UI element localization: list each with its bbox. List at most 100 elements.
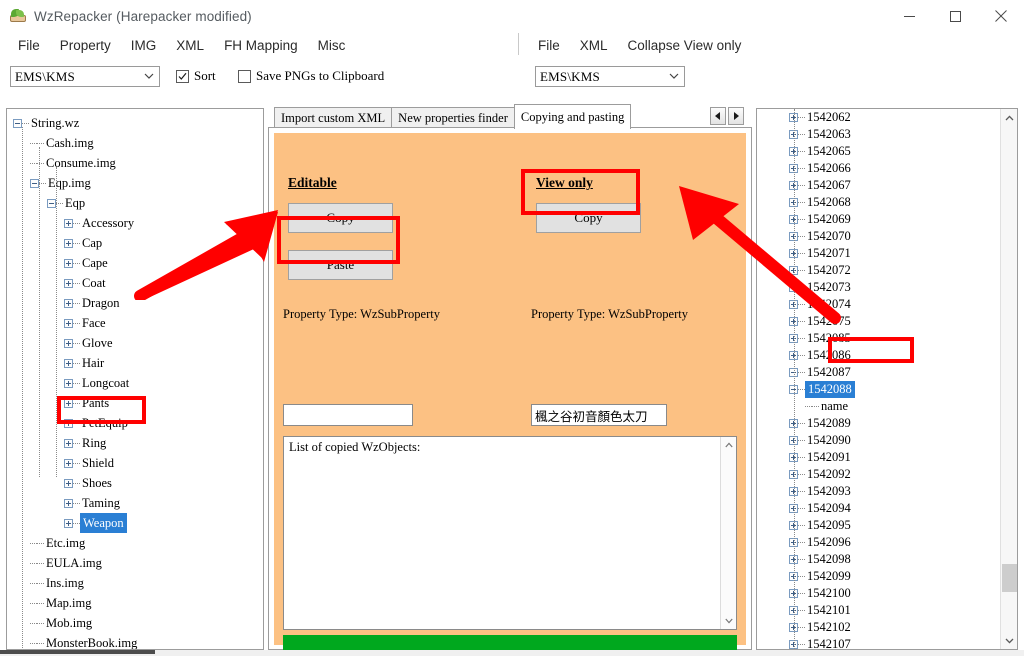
tree-item-label: Shield: [82, 456, 114, 470]
scrollbar-thumb[interactable]: [0, 650, 155, 654]
tree-item-glove[interactable]: Glove: [7, 333, 263, 353]
window-horizontal-scrollbar[interactable]: [0, 650, 1024, 656]
tree-item-label: Cap: [82, 236, 103, 250]
sort-checkbox[interactable]: Sort: [176, 68, 216, 84]
save-pngs-checkbox[interactable]: Save PNGs to Clipboard: [238, 68, 384, 84]
scroll-down-icon[interactable]: [721, 613, 737, 629]
tree-item-eqp[interactable]: Eqp: [7, 193, 263, 213]
copied-objects-list-scrollbar[interactable]: [720, 437, 736, 629]
tree-item-monsterbook-img[interactable]: MonsterBook.img: [7, 633, 263, 649]
expand-plus-icon[interactable]: [64, 498, 73, 508]
viewonly-value-input[interactable]: 楓之谷初音顏色太刀: [531, 404, 667, 426]
scroll-up-icon[interactable]: [721, 437, 737, 453]
expand-plus-icon[interactable]: [64, 258, 73, 268]
tree-connector: [798, 389, 805, 390]
menu-item-xml[interactable]: XML: [166, 32, 214, 60]
menu-item-collapse-view[interactable]: Collapse View only: [618, 32, 752, 60]
tab-scroll-right-button[interactable]: [728, 107, 744, 125]
expand-plus-icon[interactable]: [64, 398, 73, 408]
close-button[interactable]: [978, 0, 1024, 32]
tree-item-face[interactable]: Face: [7, 313, 263, 333]
tree-item-label: 1542091: [807, 450, 851, 464]
view-only-tree-scrollbar[interactable]: [1000, 109, 1017, 649]
tree-item-longcoat[interactable]: Longcoat: [7, 373, 263, 393]
menu-item-img[interactable]: IMG: [121, 32, 167, 60]
tree-item-cap[interactable]: Cap: [7, 233, 263, 253]
tree-item-consume-img[interactable]: Consume.img: [7, 153, 263, 173]
tree-item-taming[interactable]: Taming: [7, 493, 263, 513]
menu-item-property[interactable]: Property: [50, 32, 121, 60]
tree-item-ring[interactable]: Ring: [7, 433, 263, 453]
editable-value-input[interactable]: [283, 404, 413, 426]
menu-item-file[interactable]: File: [8, 32, 50, 60]
expand-plus-icon[interactable]: [64, 378, 73, 388]
menu-item-fh-mapping[interactable]: FH Mapping: [214, 32, 308, 60]
tree-leaf-connector: [30, 602, 37, 604]
tree-item-shoes[interactable]: Shoes: [7, 473, 263, 493]
tab-copying-and-pasting[interactable]: Copying and pasting: [513, 104, 632, 129]
expand-plus-icon[interactable]: [64, 298, 73, 308]
editable-copy-button[interactable]: Copy: [288, 203, 393, 233]
tree-item-petequip[interactable]: PetEquip: [7, 413, 263, 433]
tree-item-label: 1542093: [807, 484, 851, 498]
scroll-down-icon[interactable]: [1001, 632, 1017, 649]
collapse-minus-icon[interactable]: [30, 178, 39, 188]
tree-item-label: 1542098: [807, 552, 851, 566]
menu-item-misc[interactable]: Misc: [308, 32, 356, 60]
tree-item-eula-img[interactable]: EULA.img: [7, 553, 263, 573]
menu-item-view-file[interactable]: File: [528, 32, 570, 60]
maximize-button[interactable]: [932, 0, 978, 32]
expand-plus-icon[interactable]: [64, 518, 73, 528]
chevron-down-icon: [667, 70, 681, 84]
tab-new-properties-finder[interactable]: New properties finder: [391, 107, 515, 128]
tree-item-eqp-img[interactable]: Eqp.img: [7, 173, 263, 193]
view-only-id-tree[interactable]: 1542062 1542063 1542065 1542066 1542067 15420…: [756, 108, 1018, 650]
expand-plus-icon[interactable]: [64, 418, 73, 428]
expand-plus-icon[interactable]: [64, 478, 73, 488]
viewonly-copy-button[interactable]: Copy: [536, 203, 641, 233]
expand-plus-icon[interactable]: [64, 218, 73, 228]
expand-plus-icon[interactable]: [64, 458, 73, 468]
tree-connector: [798, 525, 805, 526]
expand-plus-icon[interactable]: [64, 358, 73, 368]
expand-plus-icon[interactable]: [64, 238, 73, 248]
tree-item-string-wz[interactable]: String.wz: [7, 113, 263, 133]
tree-item-shield[interactable]: Shield: [7, 453, 263, 473]
tree-item-label: Pants: [82, 396, 110, 410]
tree-item-dragon[interactable]: Dragon: [7, 293, 263, 313]
menu-item-view-xml[interactable]: XML: [570, 32, 618, 60]
expand-plus-icon[interactable]: [64, 278, 73, 288]
tree-item-accessory[interactable]: Accessory: [7, 213, 263, 233]
tree-item-coat[interactable]: Coat: [7, 273, 263, 293]
sort-checkbox-label: Sort: [194, 68, 216, 83]
tree-item-label: Ring: [82, 436, 107, 450]
tree-item-ins-img[interactable]: Ins.img: [7, 573, 263, 593]
scroll-up-icon[interactable]: [1001, 109, 1017, 126]
tree-item-cash-img[interactable]: Cash.img: [7, 133, 263, 153]
tree-item-etc-img[interactable]: Etc.img: [7, 533, 263, 553]
version-select-left[interactable]: EMS\KMS: [10, 66, 160, 87]
tree-item-label: Consume.img: [46, 156, 116, 170]
collapse-minus-icon[interactable]: [47, 198, 56, 208]
expand-plus-icon[interactable]: [64, 318, 73, 328]
tree-item-mob-img[interactable]: Mob.img: [7, 613, 263, 633]
editable-paste-button[interactable]: Paste: [288, 250, 393, 280]
tree-item-hair[interactable]: Hair: [7, 353, 263, 373]
tree-connector: [73, 242, 80, 244]
collapse-minus-icon[interactable]: [13, 118, 22, 128]
expand-plus-icon[interactable]: [64, 438, 73, 448]
tree-item-cape[interactable]: Cape: [7, 253, 263, 273]
tree-item-pants[interactable]: Pants: [7, 393, 263, 413]
wz-file-tree[interactable]: String.wz Cash.img Consume.img Eqp.img Eqp Ac…: [6, 108, 264, 650]
minimize-button[interactable]: [886, 0, 932, 32]
version-select-right[interactable]: EMS\KMS: [535, 66, 685, 87]
copied-objects-list[interactable]: List of copied WzObjects:: [283, 436, 737, 630]
tab-import-custom-xml[interactable]: Import custom XML: [274, 107, 393, 128]
tree-item-map-img[interactable]: Map.img: [7, 593, 263, 613]
tree-item-weapon[interactable]: Weapon: [7, 513, 263, 533]
expand-plus-icon[interactable]: [64, 338, 73, 348]
tree-item-label: 1542089: [807, 416, 851, 430]
tree-item-label: Cape: [82, 256, 108, 270]
tab-scroll-left-button[interactable]: [710, 107, 726, 125]
scrollbar-thumb[interactable]: [1002, 564, 1017, 592]
